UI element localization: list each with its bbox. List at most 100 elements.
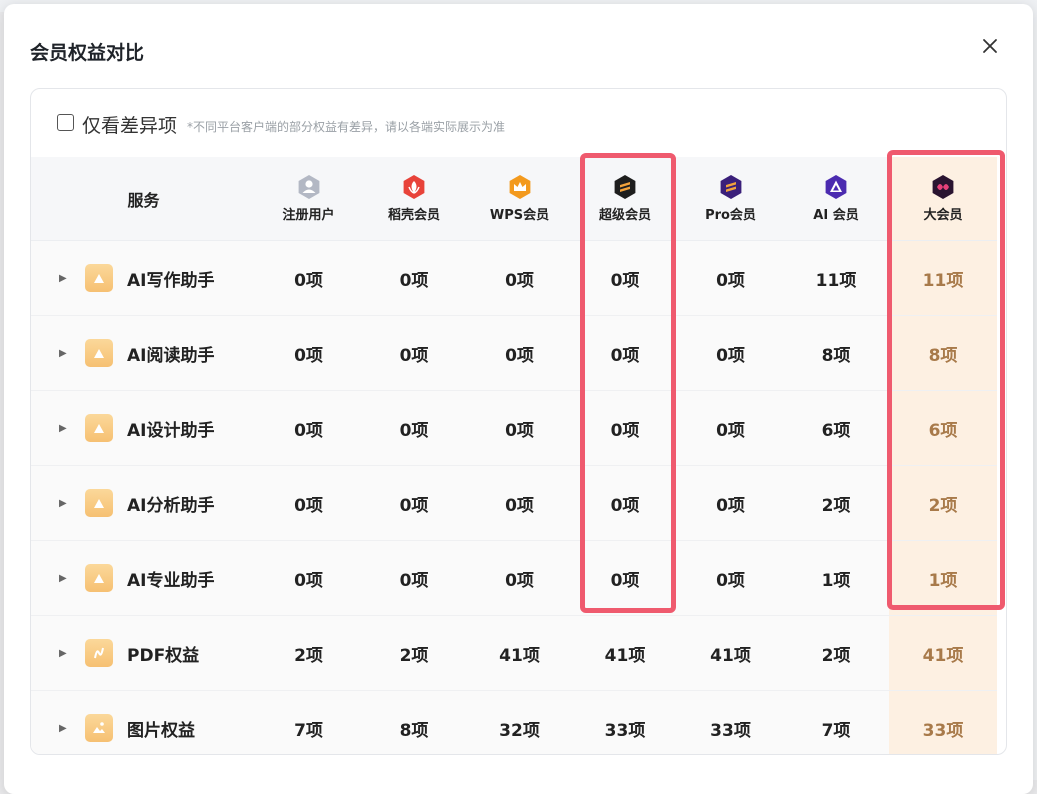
crown-icon	[509, 175, 530, 199]
value-cell: 0项	[361, 465, 467, 541]
feature-image-icon	[85, 714, 113, 742]
value-cell: 0项	[256, 540, 361, 616]
value-cell: 0项	[572, 540, 678, 616]
value-cell: 0项	[572, 315, 678, 391]
expand-caret-icon[interactable]: ▶	[59, 273, 67, 284]
diff-only-label[interactable]: 仅看差异项	[82, 111, 177, 138]
tier-header-super: 超级会员	[572, 157, 678, 241]
feature-name: AI写作助手	[127, 270, 215, 291]
value-cell: 0项	[678, 315, 783, 391]
feature-name: AI设计助手	[127, 420, 215, 441]
value-cell: 0项	[256, 315, 361, 391]
value-cell: 6项	[783, 390, 889, 466]
value-cell: 2项	[783, 615, 889, 691]
tier-label: 大会员	[923, 208, 963, 223]
service-cell: ▶ 图片权益	[31, 690, 256, 754]
feature-folder-icon	[85, 264, 113, 292]
value-cell: 0项	[467, 465, 572, 541]
dialog-title: 会员权益对比	[30, 42, 145, 64]
table-row[interactable]: ▶ 图片权益 7项 8项 32项 33项 33项 7项 33项	[31, 690, 997, 754]
platform-note: *不同平台客户端的部分权益有差异，请以各端实际展示为准	[187, 120, 506, 134]
value-cell: 0项	[678, 240, 783, 316]
value-cell: 2项	[889, 465, 997, 541]
value-cell: 41项	[678, 615, 783, 691]
table-row[interactable]: ▶ PDF权益 2项 2项 41项 41项 41项 2项 41项	[31, 615, 997, 691]
feature-name: AI分析助手	[127, 495, 215, 516]
feature-folder-icon	[85, 339, 113, 367]
expand-caret-icon[interactable]: ▶	[59, 423, 67, 434]
value-cell: 0项	[256, 465, 361, 541]
value-cell: 2项	[256, 615, 361, 691]
value-cell: 33项	[678, 690, 783, 754]
value-cell: 33项	[572, 690, 678, 754]
value-cell: 8项	[361, 690, 467, 754]
tier-header-ai: AI 会员	[783, 157, 889, 241]
feature-name: 图片权益	[127, 720, 195, 741]
value-cell: 8项	[889, 315, 997, 391]
value-cell: 0项	[361, 540, 467, 616]
feature-folder-icon	[85, 489, 113, 517]
feature-name: PDF权益	[127, 645, 200, 666]
comparison-panel: 仅看差异项 *不同平台客户端的部分权益有差异，请以各端实际展示为准 服务 注册用…	[30, 88, 1007, 755]
value-cell: 11项	[889, 240, 997, 316]
service-cell: ▶ AI专业助手	[31, 540, 256, 616]
table-row[interactable]: ▶ AI写作助手 0项 0项 0项 0项 0项 11项 11项	[31, 240, 997, 316]
value-cell: 6项	[889, 390, 997, 466]
tier-label: 注册用户	[282, 208, 335, 223]
table-row[interactable]: ▶ AI设计助手 0项 0项 0项 0项 0项 6项 6项	[31, 390, 997, 466]
diff-only-checkbox[interactable]	[57, 114, 74, 131]
value-cell: 1项	[783, 540, 889, 616]
table-row[interactable]: ▶ AI分析助手 0项 0项 0项 0项 0项 2项 2项	[31, 465, 997, 541]
service-cell: ▶ AI分析助手	[31, 465, 256, 541]
value-cell: 0项	[572, 390, 678, 466]
pro-member-icon	[720, 175, 741, 199]
tier-label: WPS会员	[489, 208, 550, 223]
tier-header-docer: 稻壳会员	[361, 157, 467, 241]
feature-folder-icon	[85, 414, 113, 442]
service-cell: ▶ PDF权益	[31, 615, 256, 691]
table-row[interactable]: ▶ AI阅读助手 0项 0项 0项 0项 0项 8项 8项	[31, 315, 997, 391]
value-cell: 0项	[256, 390, 361, 466]
tier-header-registered: 注册用户	[256, 157, 361, 241]
table-header-row: 服务 注册用户 稻壳会员 WPS会员 超级会员 Pro会员 AI 会员 大会员	[31, 157, 997, 241]
service-header: 服务	[31, 157, 256, 241]
value-cell: 2项	[361, 615, 467, 691]
service-cell: ▶ AI阅读助手	[31, 315, 256, 391]
filter-row: 仅看差异项 *不同平台客户端的部分权益有差异，请以各端实际展示为准	[31, 89, 1006, 157]
value-cell: 0项	[361, 390, 467, 466]
close-button[interactable]	[978, 34, 1002, 58]
user-icon	[298, 175, 319, 199]
close-icon	[983, 39, 997, 53]
value-cell: 7项	[783, 690, 889, 754]
service-cell: ▶ AI设计助手	[31, 390, 256, 466]
expand-caret-icon[interactable]: ▶	[59, 573, 67, 584]
value-cell: 0项	[467, 240, 572, 316]
value-cell: 1项	[889, 540, 997, 616]
tier-label: 稻壳会员	[387, 208, 440, 223]
member-benefits-dialog: 会员权益对比 仅看差异项 *不同平台客户端的部分权益有差异，请以各端实际展示为准…	[4, 4, 1033, 794]
expand-caret-icon[interactable]: ▶	[59, 723, 67, 734]
value-cell: 0项	[256, 240, 361, 316]
value-cell: 0项	[678, 540, 783, 616]
tier-label: AI 会员	[813, 208, 859, 223]
expand-caret-icon[interactable]: ▶	[59, 648, 67, 659]
feature-name: AI专业助手	[127, 570, 215, 591]
value-cell: 33项	[889, 690, 997, 754]
value-cell: 0项	[467, 315, 572, 391]
value-cell: 0项	[678, 390, 783, 466]
table-row[interactable]: ▶ AI专业助手 0项 0项 0项 0项 0项 1项 1项	[31, 540, 997, 616]
value-cell: 32项	[467, 690, 572, 754]
value-cell: 8项	[783, 315, 889, 391]
value-cell: 0项	[467, 540, 572, 616]
feature-folder-icon	[85, 564, 113, 592]
super-member-icon	[614, 175, 636, 199]
value-cell: 0项	[572, 240, 678, 316]
tier-header-big: 大会员	[889, 157, 997, 241]
value-cell: 0项	[467, 390, 572, 466]
tier-header-pro: Pro会员	[678, 157, 783, 241]
expand-caret-icon[interactable]: ▶	[59, 348, 67, 359]
value-cell: 0项	[572, 465, 678, 541]
value-cell: 41项	[467, 615, 572, 691]
value-cell: 0项	[678, 465, 783, 541]
expand-caret-icon[interactable]: ▶	[59, 498, 67, 509]
